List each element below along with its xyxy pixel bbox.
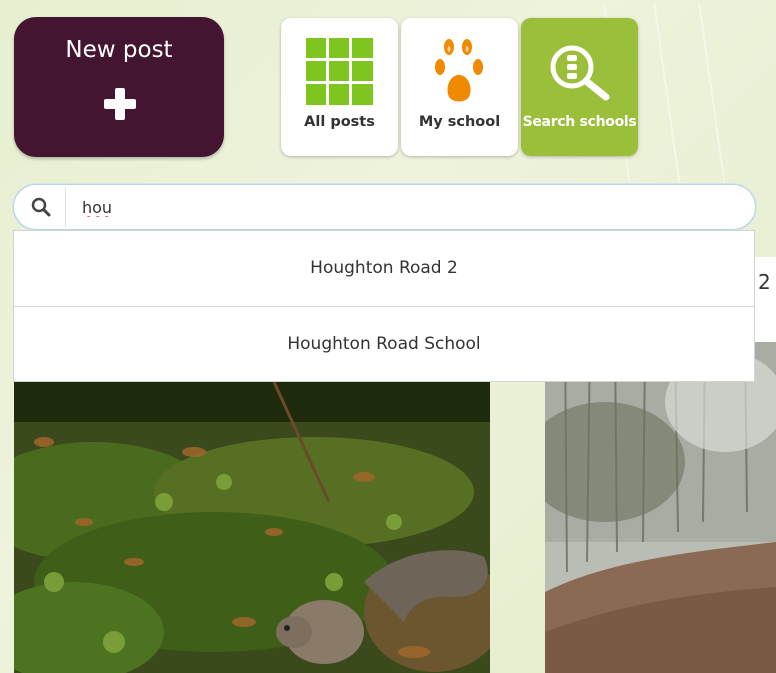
search-input[interactable] [66, 185, 736, 229]
tab-my-school[interactable]: My school [401, 18, 518, 156]
new-post-label: New post [65, 37, 173, 63]
new-post-button[interactable]: New post [14, 17, 224, 157]
misty-forest-photo [545, 342, 776, 673]
suggestion-item[interactable]: Houghton Road 2 [14, 231, 754, 306]
tab-all-posts[interactable]: All posts [281, 18, 398, 156]
plus-icon [104, 88, 136, 120]
post-date-partial: 2 [758, 270, 771, 294]
suggestion-item[interactable]: Houghton Road School [14, 306, 754, 382]
tab-search-schools[interactable]: Search schools [521, 18, 638, 156]
search-bar[interactable] [13, 184, 756, 230]
post-image-forest[interactable] [545, 342, 776, 673]
squirrel-photo [14, 382, 490, 673]
grid-icon [306, 38, 373, 105]
search-icon-button[interactable] [14, 185, 66, 229]
search-suggestions: Houghton Road 2 Houghton Road School [13, 230, 755, 382]
tab-search-schools-label: Search schools [522, 114, 637, 130]
tab-my-school-label: My school [418, 114, 501, 130]
tab-all-posts-label: All posts [304, 114, 375, 130]
search-icon [31, 197, 51, 217]
paw-print-icon [435, 39, 483, 102]
magnifier-school-icon [550, 45, 610, 101]
post-image-squirrel[interactable] [14, 382, 490, 673]
